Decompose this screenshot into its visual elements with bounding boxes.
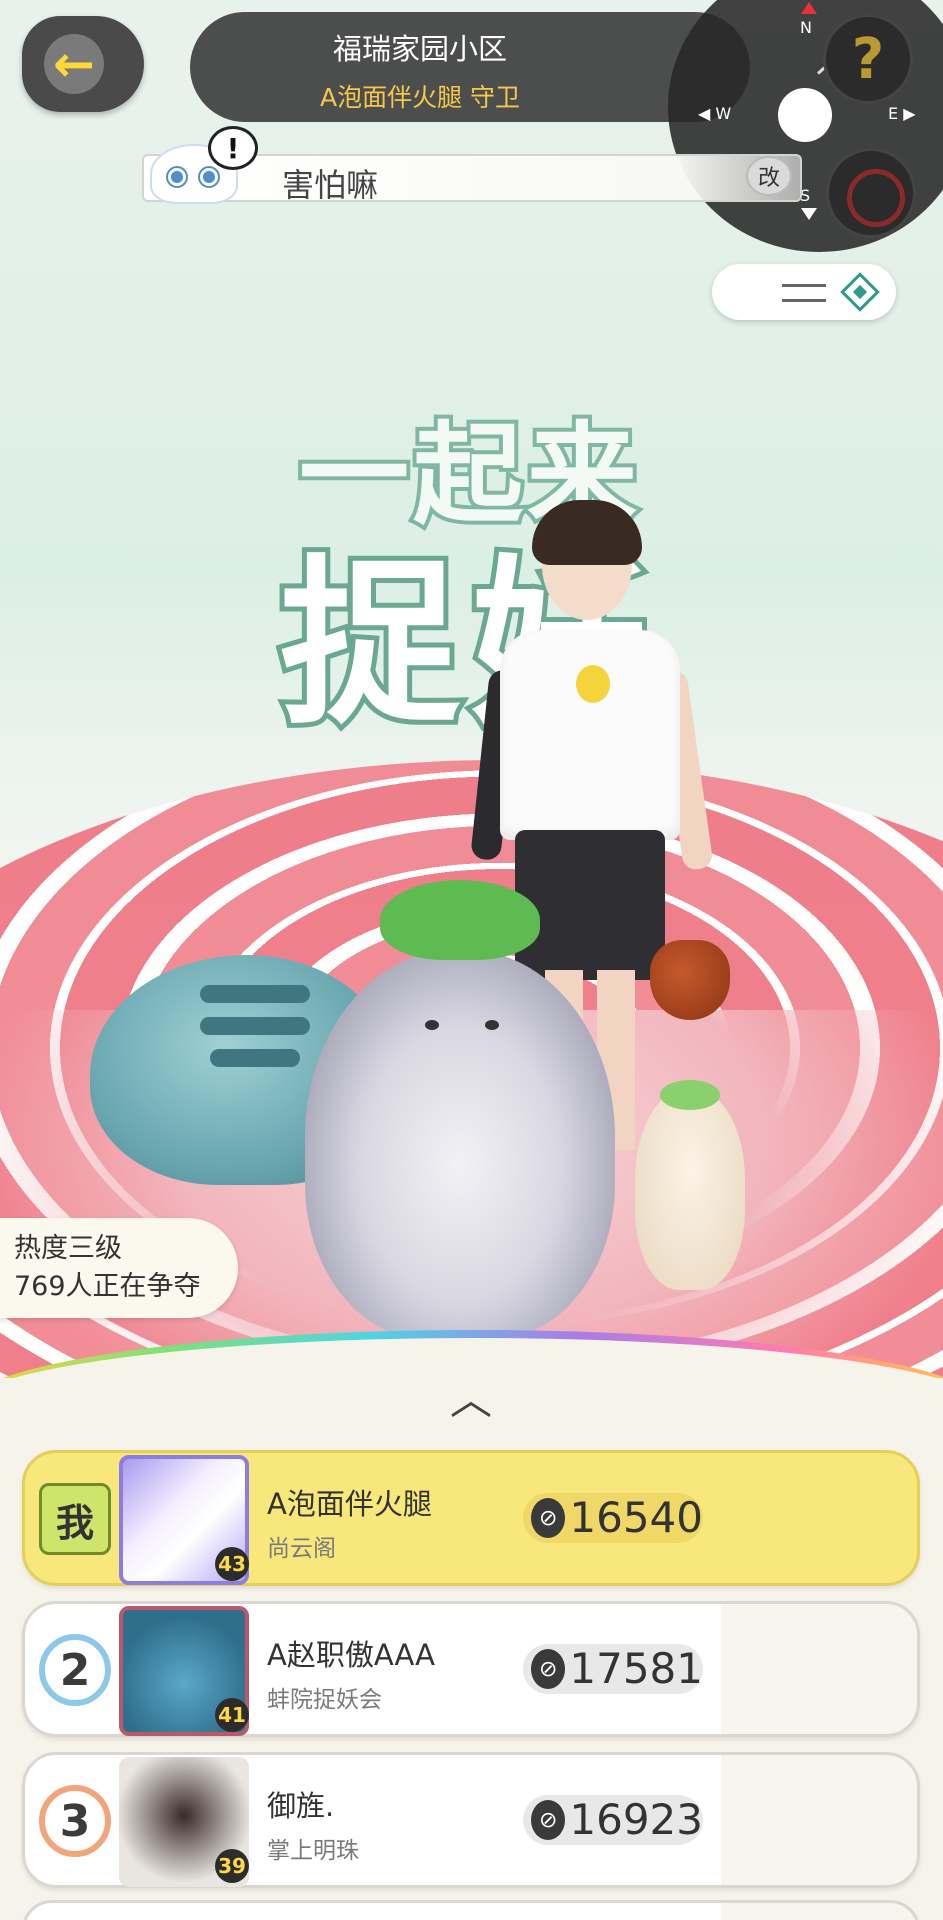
grey-monster[interactable]: [285, 880, 635, 1350]
back-arrow-icon: ←: [44, 34, 104, 94]
score-value: 17581: [569, 1644, 703, 1693]
south-marker-icon: [801, 208, 817, 220]
compass-east: E ▶: [888, 104, 916, 123]
menu-toggle[interactable]: [712, 264, 896, 320]
target-lock-icon[interactable]: [826, 148, 916, 238]
guild-name: 蚌院捉妖会: [267, 1687, 382, 1713]
leaderboard-row[interactable]: 2 41 A赵职傲AAA 蚌院捉妖会 ⊘ 17581: [22, 1601, 920, 1737]
power-icon: ⊘: [531, 1498, 566, 1538]
compass-west: ◀ W: [698, 104, 732, 123]
edit-mood-button[interactable]: 改: [746, 156, 792, 196]
self-rank-tag: 我: [39, 1483, 111, 1555]
heat-badge: 热度三级 769人正在争夺: [0, 1218, 238, 1318]
level-badge: 43: [215, 1547, 249, 1581]
score-pill: ⊘ 16923: [523, 1795, 703, 1845]
power-icon: ⊘: [531, 1649, 566, 1689]
alert-icon: !: [208, 126, 258, 170]
level-badge: 39: [215, 1849, 249, 1883]
rank-number: 2: [39, 1634, 111, 1706]
guild-name: 尚云阁: [267, 1536, 336, 1562]
score-value: 16923: [569, 1795, 703, 1844]
player-name: A赵职傲AAA: [267, 1638, 435, 1672]
guard-title: A泡面伴火腿 守卫: [319, 83, 521, 112]
leaderboard-row-self[interactable]: 我 43 A泡面伴火腿 尚云阁 ⊘ 16540: [22, 1450, 920, 1586]
small-monster[interactable]: [635, 1080, 745, 1290]
diamond-icon: [840, 272, 880, 312]
quest-help-icon[interactable]: ?: [823, 14, 913, 104]
guild-name: 掌上明珠: [267, 1838, 359, 1864]
collapse-chevron-icon[interactable]: ︿: [441, 1379, 501, 1421]
score-pill: ⊘ 16540: [523, 1493, 703, 1543]
back-button[interactable]: ←: [22, 16, 144, 112]
contesting-count: 769人正在争夺: [14, 1271, 201, 1302]
location-name: 福瑞家园小区: [332, 32, 507, 66]
leaderboard-row[interactable]: [22, 1900, 920, 1920]
mood-text: 害怕嘛: [282, 166, 379, 204]
menu-icon: [782, 284, 826, 302]
leaderboard-row[interactable]: 3 39 御旌. 掌上明珠 ⊘ 16923: [22, 1752, 920, 1888]
heat-level: 热度三级: [14, 1233, 122, 1264]
player-name: A泡面伴火腿: [267, 1487, 432, 1521]
player-name: 御旌.: [267, 1789, 335, 1823]
compass-north: N: [800, 18, 812, 37]
rank-number: 3: [39, 1785, 111, 1857]
level-badge: 41: [215, 1698, 249, 1732]
score-value: 16540: [569, 1493, 703, 1542]
player-location-dot: [778, 88, 832, 142]
power-icon: ⊘: [531, 1800, 566, 1840]
acorn-item: [650, 940, 730, 1020]
score-pill: ⊘ 17581: [523, 1644, 703, 1694]
north-marker-icon: [801, 2, 817, 14]
location-panel: 福瑞家园小区 A泡面伴火腿 守卫: [190, 12, 750, 122]
